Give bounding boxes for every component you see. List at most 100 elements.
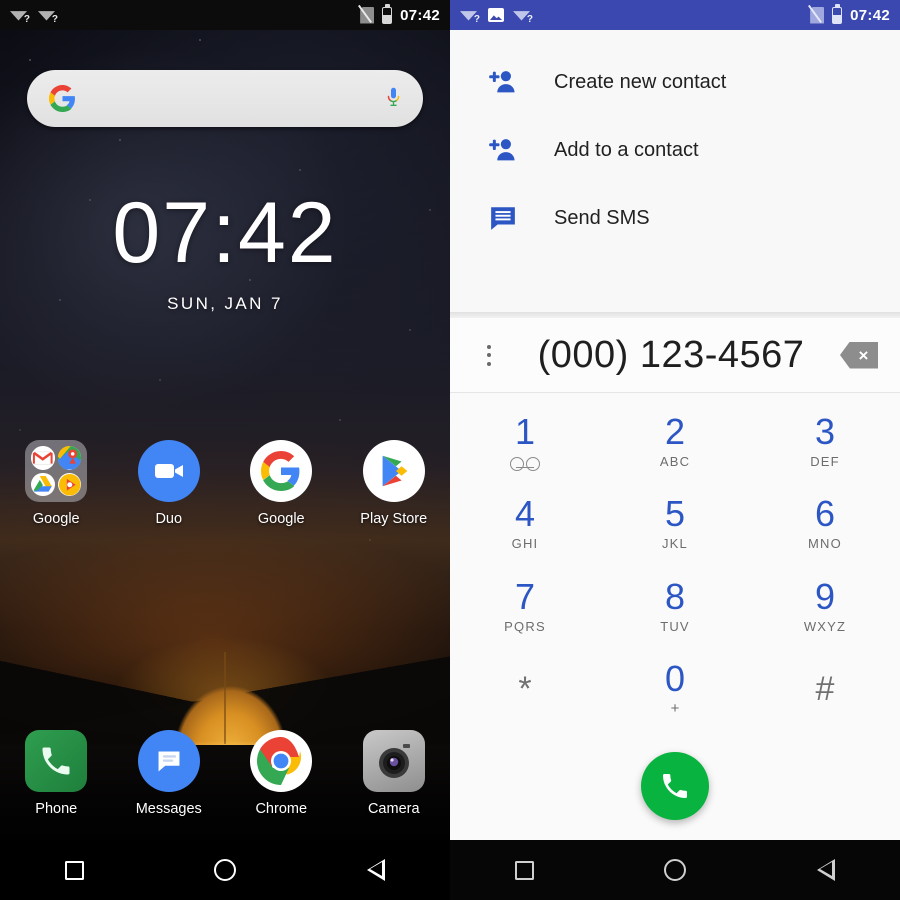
home-screen-panel: ? ? 07:42 07:42 SUN, JAN 7 Google Duo Go… <box>0 0 450 900</box>
dock-item-messages[interactable]: Messages <box>113 730 226 817</box>
back-triangle-icon[interactable] <box>366 859 385 881</box>
dock-item-camera[interactable]: Camera <box>338 730 451 817</box>
duo-icon <box>137 440 200 502</box>
clock-date: SUN, JAN 7 <box>167 294 283 313</box>
call-button[interactable] <box>641 752 709 820</box>
menu-item-add-to-a-contact[interactable]: Add to a contact <box>450 116 900 184</box>
clock-time: 07:42 <box>112 185 338 281</box>
kebab-menu-icon[interactable] <box>476 344 502 366</box>
status-right-icons: 07:42 <box>808 3 890 24</box>
app-google-folder[interactable]: Google <box>0 440 113 527</box>
dialpad-key-2[interactable]: 2 ABC <box>600 400 750 483</box>
dialpad-key-pound[interactable]: # <box>750 648 900 731</box>
maps-icon <box>57 446 82 470</box>
dock-label: Camera <box>367 801 420 817</box>
dock-item-phone[interactable]: Phone <box>0 730 113 817</box>
key-digit: 8 <box>664 575 686 617</box>
battery-icon <box>382 3 393 24</box>
key-digit: 3 <box>814 410 836 452</box>
person-add-icon <box>486 135 520 165</box>
key-letters: JKL <box>661 536 688 552</box>
backspace-glyph: × <box>858 345 869 365</box>
status-left-icons: ? ? <box>460 8 533 24</box>
home-circle-icon[interactable] <box>664 859 687 881</box>
screenshot-image-icon <box>488 8 504 22</box>
battery-icon <box>832 3 843 24</box>
google-search-bar[interactable] <box>27 70 423 127</box>
menu-item-create-new-contact[interactable]: Create new contact <box>450 48 900 116</box>
person-add-icon <box>486 67 520 97</box>
dialpad-key-1[interactable]: 1 <box>450 400 600 483</box>
status-bar-clock: 07:42 <box>850 6 890 24</box>
app-label: Duo <box>155 511 183 527</box>
sim-missing-icon <box>808 4 825 24</box>
app-duo[interactable]: Duo <box>113 440 226 527</box>
dock-item-chrome[interactable]: Chrome <box>225 730 338 817</box>
key-digit: 7 <box>514 575 536 617</box>
clock-widget[interactable]: 07:42 SUN, JAN 7 <box>0 190 450 314</box>
gmail-icon <box>31 446 55 470</box>
phone-number-value: (000) 123-4567 <box>537 333 805 376</box>
dialpad-key-0[interactable]: 0 + <box>600 648 750 731</box>
key-digit: 9 <box>814 575 836 617</box>
google-folder-icon <box>25 440 88 502</box>
key-digit: 2 <box>664 410 686 452</box>
key-letters: DEF <box>810 453 840 469</box>
key-letters: MNO <box>808 536 842 552</box>
key-digit: 6 <box>814 493 836 535</box>
status-left-icons: ? ? <box>10 8 58 24</box>
dialpad-key-7[interactable]: 7 PQRS <box>450 565 600 648</box>
microphone-icon[interactable] <box>386 86 401 112</box>
dock-label: Chrome <box>255 801 308 817</box>
dialer-panel: ? ? 07:42 Create new contact Add to a co… <box>450 0 900 900</box>
dialpad-key-5[interactable]: 5 JKL <box>600 483 750 566</box>
dialpad-key-9[interactable]: 9 WXYZ <box>750 565 900 648</box>
menu-item-label: Create new contact <box>554 70 727 93</box>
backspace-icon[interactable]: × <box>840 341 878 369</box>
dialpad: 1 2 ABC 3 DEF 4 GHI 5 JKL 6 MNO 7 PQRS 8… <box>450 400 900 730</box>
dialpad-key-4[interactable]: 4 GHI <box>450 483 600 566</box>
key-digit: 0 <box>664 657 686 699</box>
recents-square-icon[interactable] <box>65 860 85 880</box>
status-bar: ? ? 07:42 <box>0 0 450 30</box>
key-letters: WXYZ <box>803 618 847 634</box>
menu-item-send-sms[interactable]: Send SMS <box>450 184 900 252</box>
dock-label: Messages <box>135 801 202 817</box>
play-music-icon <box>57 472 82 496</box>
app-google[interactable]: Google <box>225 440 338 527</box>
dialpad-key-star[interactable]: * <box>450 648 600 731</box>
voicemail-icon <box>510 456 540 471</box>
app-label: Google <box>257 511 305 527</box>
key-digit: 4 <box>514 493 536 535</box>
dialpad-key-3[interactable]: 3 DEF <box>750 400 900 483</box>
app-play-store[interactable]: Play Store <box>338 440 451 527</box>
dialpad-key-6[interactable]: 6 MNO <box>750 483 900 566</box>
phone-number-field[interactable]: (000) 123-4567 × <box>450 318 900 392</box>
back-triangle-icon[interactable] <box>816 859 835 881</box>
camera-icon <box>362 730 425 792</box>
key-digit: 5 <box>664 493 686 535</box>
wifi-question-icon: ? <box>38 8 58 24</box>
phone-call-icon <box>663 774 687 798</box>
dialpad-key-8[interactable]: 8 TUV <box>600 565 750 648</box>
key-letters: PQRS <box>504 618 546 634</box>
key-digit: # <box>815 669 835 708</box>
key-letters: TUV <box>660 618 690 634</box>
key-plus: + <box>670 699 680 717</box>
phone-icon <box>25 730 88 792</box>
recents-square-icon[interactable] <box>515 860 535 880</box>
menu-item-label: Add to a contact <box>554 138 699 161</box>
menu-item-label: Send SMS <box>554 206 650 229</box>
dock-label: Phone <box>35 801 78 817</box>
key-letters: ABC <box>659 453 691 469</box>
key-digit: 1 <box>514 410 536 452</box>
navigation-bar <box>450 840 900 900</box>
chrome-icon <box>250 730 313 792</box>
sim-missing-icon <box>358 4 375 24</box>
home-circle-icon[interactable] <box>214 859 237 881</box>
app-label: Google <box>32 511 80 527</box>
status-right-icons: 07:42 <box>358 3 440 24</box>
play-store-icon <box>362 440 425 502</box>
status-bar: ? ? 07:42 <box>450 0 900 30</box>
status-bar-clock: 07:42 <box>400 6 440 24</box>
